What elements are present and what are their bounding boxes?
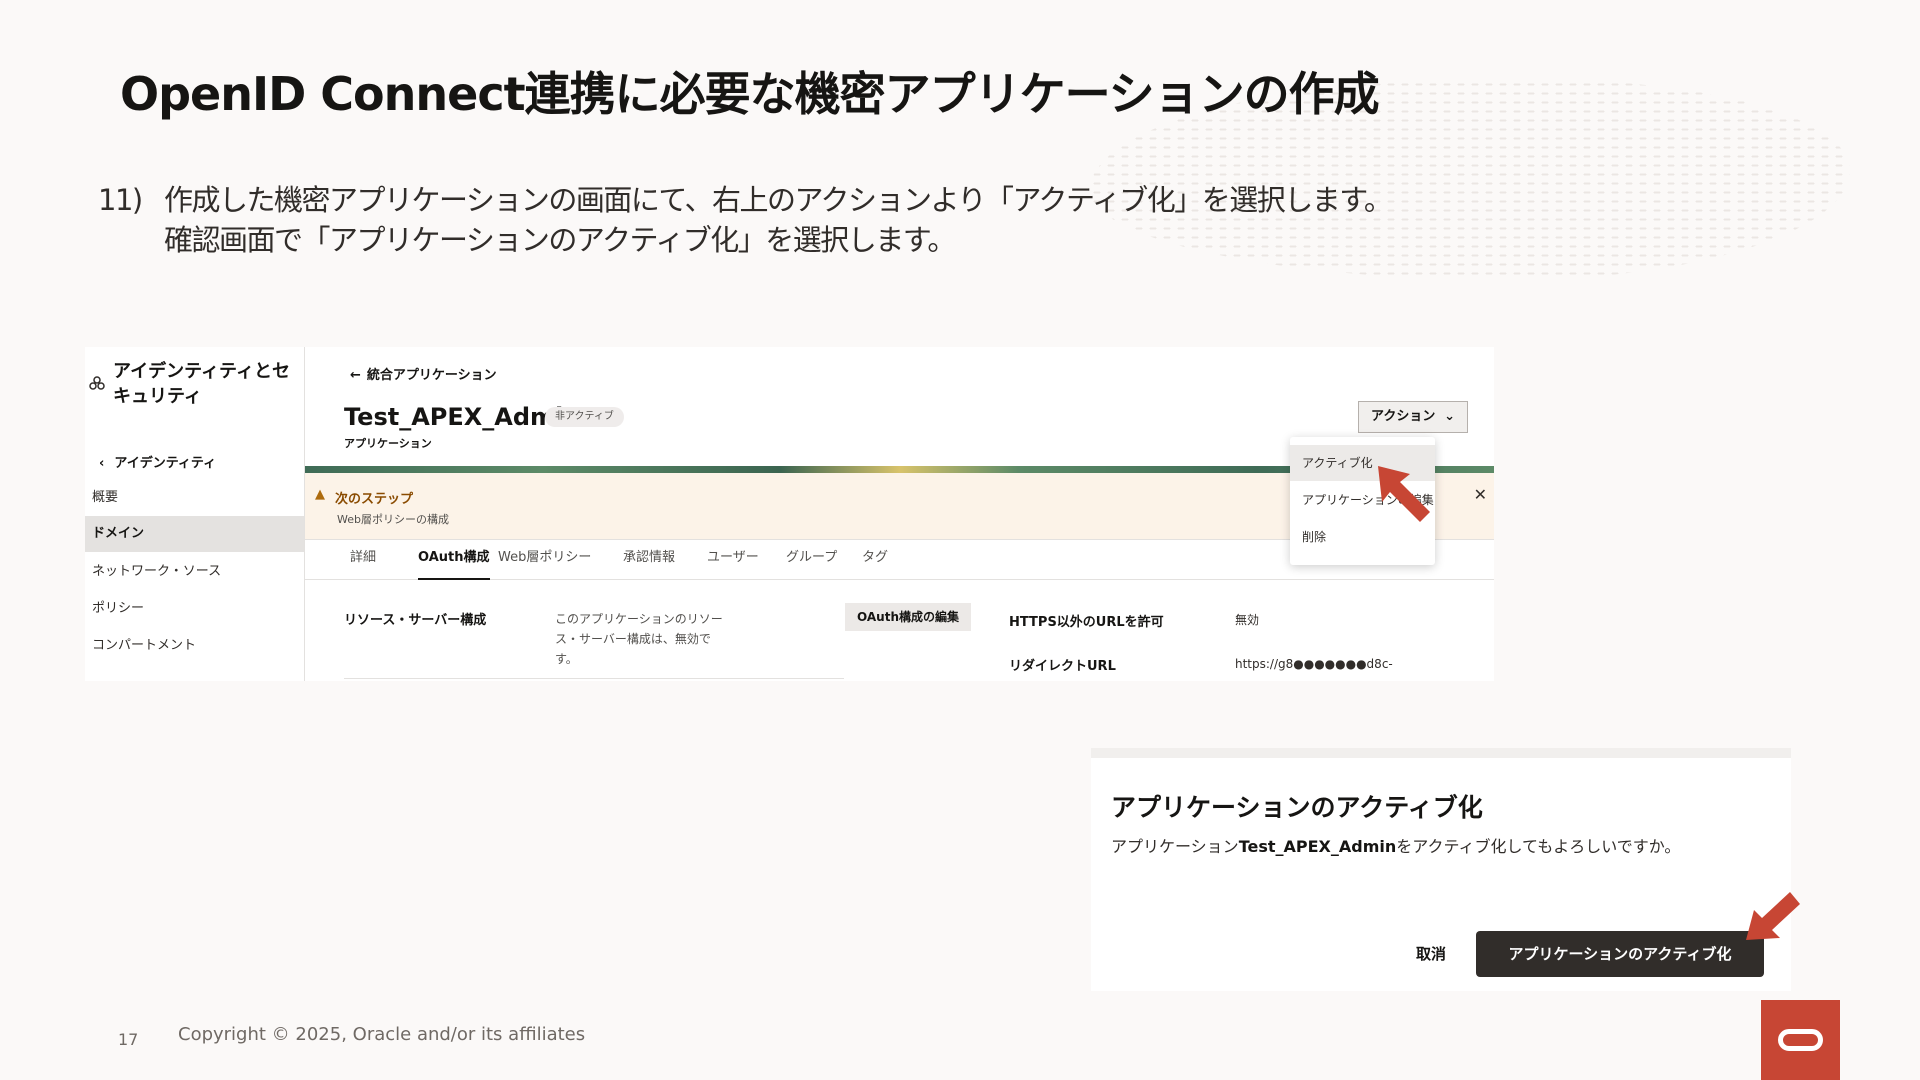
- activate-dialog: アプリケーションのアクティブ化 アプリケーションTest_APEX_Adminを…: [1091, 748, 1791, 991]
- app-type: アプリケーション: [344, 437, 432, 450]
- divider: [344, 678, 844, 679]
- logo-ring: [1778, 1029, 1823, 1051]
- dialog-message-prefix: アプリケーション: [1111, 837, 1239, 856]
- sidebar-item-overview[interactable]: 概要: [85, 480, 304, 516]
- allow-non-https-value: 無効: [1235, 613, 1260, 627]
- slide: OpenID Connect連携に必要な機密アプリケーションの作成 11) 作成し…: [0, 0, 1920, 1080]
- redirect-url-value: https://g8●●●●●●●d8c-: [1235, 657, 1393, 671]
- dialog-message-app: Test_APEX_Admin: [1238, 837, 1397, 856]
- tab-tags[interactable]: タグ: [862, 540, 888, 580]
- identity-icon: [89, 375, 105, 391]
- sidebar: アイデンティティとセキュリティ ‹ アイデンティティ 概要 ドメイン ネットワーク…: [85, 347, 305, 681]
- tab-details[interactable]: 詳細: [350, 540, 376, 580]
- chevron-left-icon: ‹: [99, 456, 105, 471]
- resource-server-label: リソース・サーバー構成: [344, 613, 487, 628]
- slide-title: OpenID Connect連携に必要な機密アプリケーションの作成: [120, 67, 1380, 121]
- sidebar-header: アイデンティティとセキュリティ: [89, 359, 293, 409]
- status-badge: 非アクティブ: [545, 407, 624, 427]
- step-line-2: 確認画面で「アプリケーションのアクティブ化」を選択します。: [164, 223, 956, 257]
- sidebar-back-label: アイデンティティ: [114, 456, 217, 471]
- red-arrow-icon: [1378, 466, 1430, 522]
- tab-oauth-config[interactable]: OAuth構成: [418, 540, 490, 580]
- breadcrumb[interactable]: ← 統合アプリケーション: [350, 364, 497, 383]
- actions-button-label: アクション: [1371, 409, 1436, 424]
- copyright: Copyright © 2025, Oracle and/or its affi…: [178, 1024, 586, 1045]
- resource-server-desc: このアプリケーションのリソース・サーバー構成は、無効です。: [555, 612, 723, 666]
- step-number: 11): [98, 183, 143, 217]
- tab-users[interactable]: ユーザー: [707, 540, 759, 580]
- dialog-title: アプリケーションのアクティブ化: [1111, 793, 1483, 822]
- page-number: 17: [118, 1030, 139, 1049]
- allow-non-https-label: HTTPS以外のURLを許可: [1009, 615, 1164, 630]
- tab-authorization[interactable]: 承認情報: [623, 540, 675, 580]
- sidebar-item-domains[interactable]: ドメイン: [85, 516, 304, 552]
- step-line-1: 作成した機密アプリケーションの画面にて、右上のアクションより「アクティブ化」を選…: [164, 183, 1393, 217]
- tab-web-tier-policy[interactable]: Web層ポリシー: [498, 540, 591, 580]
- dialog-message-suffix: をアクティブ化してもよろしいですか。: [1396, 837, 1681, 856]
- activate-application-button[interactable]: アプリケーションのアクティブ化: [1476, 931, 1764, 977]
- sidebar-item-policies[interactable]: ポリシー: [85, 591, 304, 627]
- arrow-left-icon: ←: [350, 368, 361, 383]
- edit-oauth-button[interactable]: OAuth構成の編集: [845, 603, 971, 631]
- sidebar-back-link[interactable]: ‹ アイデンティティ: [99, 452, 216, 471]
- sidebar-item-compartments[interactable]: コンパートメント: [85, 628, 304, 664]
- close-icon[interactable]: ✕: [1474, 485, 1487, 504]
- redirect-url-label: リダイレクトURL: [1009, 659, 1116, 674]
- red-arrow-icon: [1746, 892, 1800, 940]
- actions-button[interactable]: アクション ⌄: [1358, 401, 1468, 433]
- chevron-down-icon: ⌄: [1444, 409, 1455, 424]
- step-instructions: 11) 作成した機密アプリケーションの画面にて、右上のアクションより「アクティブ化…: [98, 180, 1393, 260]
- breadcrumb-label: 統合アプリケーション: [366, 368, 497, 383]
- oracle-logo-icon: [1761, 1000, 1840, 1080]
- tab-groups[interactable]: グループ: [786, 540, 837, 580]
- sidebar-title: アイデンティティとセキュリティ: [113, 361, 290, 407]
- warning-icon: ▲: [315, 487, 325, 502]
- sidebar-item-network-sources[interactable]: ネットワーク・ソース: [85, 554, 304, 590]
- dialog-message: アプリケーションTest_APEX_Adminをアクティブ化してもよろしいですか…: [1111, 833, 1680, 857]
- cancel-button[interactable]: 取消: [1416, 943, 1446, 964]
- notice-desc[interactable]: Web層ポリシーの構成: [337, 511, 449, 527]
- app-screenshot: アイデンティティとセキュリティ ‹ アイデンティティ 概要 ドメイン ネットワーク…: [85, 347, 1494, 681]
- notice-title: 次のステップ: [335, 492, 414, 507]
